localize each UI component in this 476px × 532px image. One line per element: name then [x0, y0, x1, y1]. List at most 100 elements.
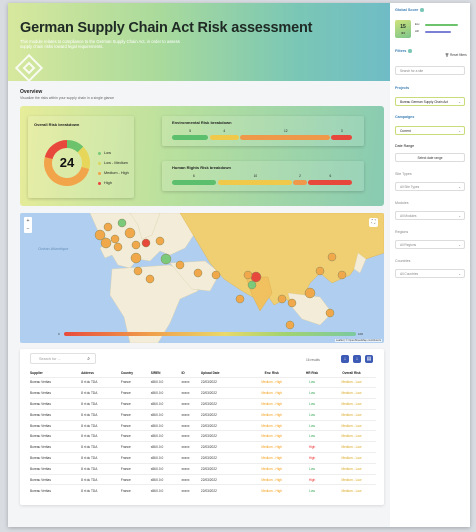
- column-header[interactable]: HR Risk: [297, 370, 327, 377]
- regions-select[interactable]: All Regions ⌄: [395, 240, 465, 249]
- modules-select[interactable]: All Modules ⌄: [395, 211, 465, 220]
- suppliers-table-card: Search for ... ⌕ 16 results ↓ ↓ ▤ Suppli…: [20, 349, 384, 505]
- map-marker[interactable]: [325, 308, 335, 318]
- map-marker[interactable]: [277, 294, 287, 304]
- map-marker[interactable]: [131, 240, 141, 250]
- map-marker[interactable]: [133, 266, 143, 276]
- map-marker[interactable]: [100, 237, 112, 249]
- export-icon[interactable]: ▤: [365, 355, 373, 363]
- map-marker[interactable]: [175, 260, 185, 270]
- supplier-map[interactable]: + − ⛶ Océan Atlantique 0 100 Leaflet | ©…: [20, 213, 384, 343]
- overall-risk-card: Overall Risk breakdown 24 Low Low - Mediu…: [28, 116, 134, 198]
- table-row[interactable]: Bureau Veritas 8 rt du TDA France x86X.0.0 x…: [30, 430, 376, 442]
- land-asia: [179, 213, 384, 310]
- map-marker[interactable]: [155, 236, 165, 246]
- map-marker[interactable]: [211, 270, 221, 280]
- map-marker[interactable]: [124, 227, 136, 239]
- table-row[interactable]: Bureau Veritas 8 rt du TDA France x86X.0.0 x…: [30, 419, 376, 431]
- table-cell: 22/03/2022: [200, 441, 247, 453]
- table-row[interactable]: Bureau Veritas 8 rt du TDA France x86X.0.0 x…: [30, 376, 376, 388]
- column-header[interactable]: Overall Risk: [327, 370, 376, 377]
- column-header[interactable]: Upload Date: [201, 370, 246, 377]
- map-marker[interactable]: [113, 242, 123, 252]
- column-header[interactable]: Address: [81, 370, 121, 377]
- info-icon[interactable]: [408, 49, 412, 53]
- map-fullscreen-button[interactable]: ⛶: [369, 218, 378, 227]
- download-pdf-icon[interactable]: ↓: [353, 355, 361, 363]
- map-marker[interactable]: [337, 270, 347, 280]
- map-marker[interactable]: [327, 252, 337, 262]
- env-segment-1[interactable]: [209, 135, 239, 140]
- map-marker[interactable]: [250, 271, 262, 283]
- map-marker[interactable]: [285, 320, 295, 330]
- site-search-input[interactable]: Search for a site: [395, 66, 465, 75]
- legend-label: Medium - High: [104, 171, 129, 175]
- chevron-down-icon: ⌄: [458, 214, 461, 218]
- column-header[interactable]: ID: [181, 370, 200, 377]
- chevron-down-icon: ⌄: [458, 129, 461, 133]
- table-cell: x86X.0.0: [150, 441, 182, 453]
- map-marker[interactable]: [160, 253, 172, 265]
- zoom-in-button[interactable]: +: [24, 217, 32, 225]
- table-row[interactable]: Bureau Veritas 8 rt du TDA France x86X.0.0 x…: [30, 473, 376, 485]
- map-marker[interactable]: [304, 287, 316, 299]
- map-marker[interactable]: [287, 298, 297, 308]
- overview-subtitle: Visualize the risks within your supply c…: [20, 96, 115, 100]
- table-search-input[interactable]: Search for ... ⌕: [30, 353, 96, 364]
- map-marker[interactable]: [235, 294, 245, 304]
- column-header[interactable]: Supplier: [30, 370, 81, 377]
- campaigns-select[interactable]: Current ⌄: [395, 126, 465, 135]
- table-row[interactable]: Bureau Veritas 8 rt du TDA France x86X.0.0 x…: [30, 462, 376, 475]
- zoom-out-button[interactable]: −: [24, 225, 32, 233]
- column-header[interactable]: Env. Risk: [246, 370, 297, 377]
- global-score-value: 15: [400, 24, 406, 30]
- table-cell: 8 rt du TDA: [81, 473, 121, 485]
- table-row[interactable]: Bureau Veritas 8 rt du TDA France x86X.0.0 x…: [30, 452, 376, 464]
- table-row[interactable]: Bureau Veritas 8 rt du TDA France x86X.0.0 x…: [30, 441, 376, 453]
- column-header[interactable]: SIREN: [151, 370, 182, 377]
- hr-segment-2[interactable]: [293, 180, 307, 185]
- results-count: 16 results: [306, 358, 320, 362]
- map-marker[interactable]: [141, 238, 151, 248]
- countries-select[interactable]: All Countries ⌄: [395, 269, 465, 278]
- reset-filters-button[interactable]: 🗑 Reset filters: [445, 53, 467, 57]
- table-cell: x86X.0.0: [150, 452, 182, 464]
- download-icon[interactable]: ↓: [341, 355, 349, 363]
- brand-logo-icon: [14, 53, 44, 81]
- date-range-button[interactable]: Select date range: [395, 153, 465, 162]
- env-segment-0[interactable]: [172, 135, 209, 140]
- env-segment-3[interactable]: [331, 135, 353, 140]
- human-rights-risk-bar: [172, 180, 354, 185]
- hr-segment-1[interactable]: [217, 180, 292, 185]
- table-row[interactable]: Bureau Veritas 8 rt du TDA France x86X.0.0 x…: [30, 387, 376, 399]
- table-cell: 8 rt du TDA: [81, 462, 121, 475]
- regions-value: All Regions: [400, 243, 417, 247]
- site-types-select[interactable]: All Site Types ⌄: [395, 182, 465, 191]
- map-marker[interactable]: [247, 280, 257, 290]
- map-attribution[interactable]: Leaflet | © OpenStreetMap contributors: [334, 339, 382, 342]
- table-row[interactable]: Bureau Veritas 8 rt du TDA France x86X.0.0 x…: [30, 408, 376, 421]
- map-marker[interactable]: [103, 222, 113, 232]
- table-row[interactable]: Bureau Veritas 8 rt du TDA France x86X.0.0 x…: [30, 484, 376, 496]
- table-cell: Bureau Veritas: [30, 452, 82, 464]
- map-marker[interactable]: [130, 252, 142, 264]
- map-marker[interactable]: [243, 270, 253, 280]
- app-frame: German Supply Chain Act Risk assessment …: [8, 3, 470, 527]
- map-marker[interactable]: [117, 218, 127, 228]
- countries-label: Countries: [395, 259, 411, 263]
- table-cell: France: [120, 419, 151, 431]
- table-cell: Medium - Low: [326, 473, 376, 485]
- search-icon: ⌕: [87, 356, 90, 362]
- hr-segment-0[interactable]: [172, 180, 216, 185]
- info-icon[interactable]: [420, 8, 424, 12]
- map-marker[interactable]: [315, 266, 325, 276]
- map-marker[interactable]: [110, 234, 120, 244]
- map-marker[interactable]: [145, 274, 155, 284]
- env-segment-2[interactable]: [240, 135, 330, 140]
- right-sidebar: Global Score 15 /24 Env. HR Filters 🗑 Res…: [390, 3, 470, 527]
- table-row[interactable]: Bureau Veritas 8 rt du TDA France x86X.0.0 x…: [30, 398, 376, 410]
- hr-segment-3[interactable]: [308, 180, 353, 185]
- column-header[interactable]: Country: [121, 370, 151, 377]
- map-marker[interactable]: [193, 268, 203, 278]
- projects-select[interactable]: Bureau German Supply Chain Act ⌄: [395, 97, 465, 106]
